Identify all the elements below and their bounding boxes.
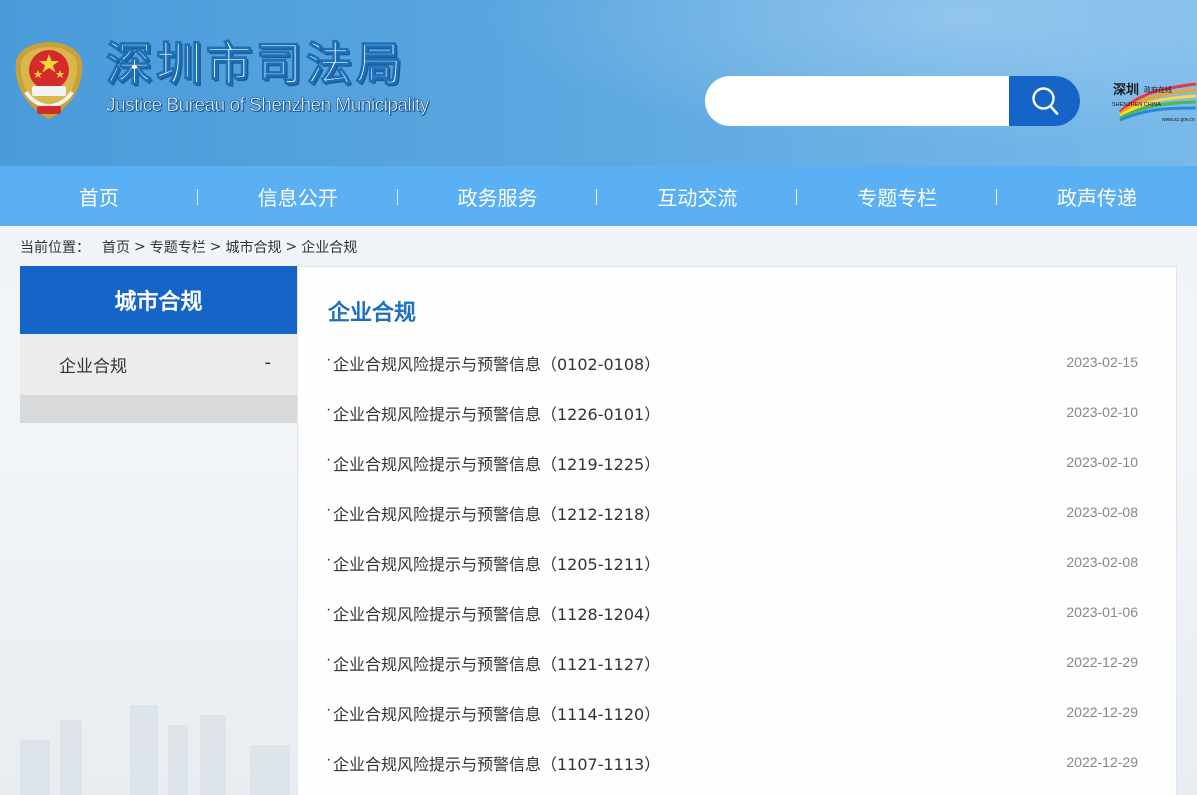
bullet: · (326, 701, 332, 718)
article-date: 2023-02-08 (1066, 504, 1138, 520)
breadcrumb-separator: > (134, 239, 146, 255)
article-title-link[interactable]: 企业合规风险提示与预警信息（1114-1120） (333, 701, 660, 725)
sidebar-heading: 城市合规 (20, 266, 297, 334)
breadcrumb-link-home[interactable]: 首页 (102, 237, 130, 257)
article-title-link[interactable]: 企业合规风险提示与预警信息（1107-1113） (333, 751, 660, 775)
nav-item-label: 信息公开 (257, 185, 338, 210)
article-date: 2023-02-15 (1066, 354, 1138, 370)
police-emblem-icon[interactable] (12, 40, 86, 120)
article-title-link[interactable]: 企业合规风险提示与预警信息（1219-1225） (333, 451, 660, 475)
article-date: 2022-12-29 (1066, 704, 1138, 720)
article-date: 2023-02-08 (1066, 554, 1138, 570)
content-panel: 企业合规 · 企业合规风险提示与预警信息（0102-0108） 2023-02-… (297, 266, 1177, 795)
breadcrumb-separator: > (285, 239, 298, 255)
list-item[interactable]: · 企业合规风险提示与预警信息（1226-0101） 2023-02-10 (326, 397, 1138, 447)
nav-item-label: 首页 (78, 185, 119, 210)
nav-item-gov-voice[interactable]: 政声传递 (997, 166, 1197, 226)
nav-item-interaction[interactable]: 互动交流 (597, 166, 798, 226)
site-title[interactable]: 深圳市司法局 (105, 36, 406, 92)
article-date: 2023-01-06 (1066, 604, 1138, 620)
list-item[interactable]: · 企业合规风险提示与预警信息（0102-0108） 2023-02-15 (326, 347, 1138, 397)
bullet: · (326, 451, 332, 468)
list-item[interactable]: · 企业合规风险提示与预警信息（1121-1127） 2022-12-29 (326, 647, 1138, 697)
article-date: 2022-12-29 (1066, 654, 1138, 670)
page-title: 企业合规 (328, 301, 417, 326)
article-title-link[interactable]: 企业合规风险提示与预警信息（1121-1127） (333, 651, 660, 675)
gov-logo-url: www.sz.gov.cn (1162, 117, 1195, 123)
site-subtitle: Justice Bureau of Shenzhen Municipality (106, 95, 430, 117)
article-title-link[interactable]: 企业合规风险提示与预警信息（1212-1218） (333, 501, 660, 525)
article-title-link[interactable]: 企业合规风险提示与预警信息（0102-0108） (333, 351, 660, 375)
main-nav: 首页 信息公开 政务服务 互动交流 专题专栏 政声传递 (0, 166, 1197, 226)
search-input[interactable] (705, 76, 1009, 126)
article-title-link[interactable]: 企业合规风险提示与预警信息（1205-1211） (333, 551, 660, 575)
gov-logo-text: 政府在线 (1144, 85, 1172, 94)
nav-item-home[interactable]: 首页 (0, 166, 198, 226)
gov-logo-caption: SHENZHEN CHINA (1112, 102, 1161, 108)
article-list: · 企业合规风险提示与预警信息（0102-0108） 2023-02-15 · … (326, 347, 1138, 795)
bullet: · (326, 401, 332, 418)
bullet: · (326, 651, 332, 668)
nav-item-special-topics[interactable]: 专题专栏 (797, 166, 998, 226)
breadcrumb-separator: > (209, 239, 222, 255)
list-item[interactable]: · 企业合规风险提示与预警信息（1205-1211） 2023-02-08 (326, 547, 1138, 597)
article-title-link[interactable]: 企业合规风险提示与预警信息（1226-0101） (333, 401, 660, 425)
bullet: · (326, 351, 332, 368)
list-item[interactable]: · 企业合规风险提示与预警信息（1114-1120） 2022-12-29 (326, 697, 1138, 747)
nav-item-label: 政声传递 (1057, 185, 1138, 210)
list-item[interactable]: · 企业合规风险提示与预警信息（1107-1113） 2022-12-29 (326, 747, 1138, 795)
gov-logo-chars: 深圳 (1113, 82, 1139, 98)
site-header: 深圳市司法局 Justice Bureau of Shenzhen Munici… (0, 0, 1197, 166)
article-date: 2023-02-10 (1066, 454, 1138, 470)
nav-item-label: 专题专栏 (857, 185, 938, 210)
nav-item-label: 互动交流 (657, 185, 738, 210)
shenzhen-gov-online-logo[interactable]: 深圳 政府在线 SHENZHEN CHINA www.sz.gov.cn (1110, 78, 1197, 124)
article-date: 2023-02-10 (1066, 404, 1138, 420)
breadcrumb-link-city-compliance[interactable]: 城市合规 (225, 237, 281, 257)
search-button[interactable] (1009, 76, 1080, 126)
nav-item-info-disclosure[interactable]: 信息公开 (198, 166, 398, 226)
breadcrumb-prefix: 当前位置： (20, 240, 90, 256)
sidebar-item-enterprise-compliance[interactable]: 企业合规 - (20, 334, 297, 395)
bullet: · (326, 551, 332, 568)
breadcrumb-link-special-topics[interactable]: 专题专栏 (150, 237, 206, 257)
list-item[interactable]: · 企业合规风险提示与预警信息（1219-1225） 2023-02-10 (326, 447, 1138, 497)
bullet: · (326, 501, 332, 518)
bullet: · (326, 751, 332, 768)
breadcrumb: 当前位置： 首页 > 专题专栏 > 城市合规 > 企业合规 (20, 237, 357, 257)
nav-item-label: 政务服务 (457, 185, 538, 210)
search-icon (1031, 87, 1058, 115)
sidebar-item-label: 企业合规 (59, 357, 127, 377)
sidebar-footer (20, 395, 297, 423)
list-item[interactable]: · 企业合规风险提示与预警信息（1128-1204） 2023-01-06 (326, 597, 1138, 647)
article-date: 2022-12-29 (1066, 754, 1138, 770)
breadcrumb-link-enterprise-compliance[interactable]: 企业合规 (301, 237, 357, 257)
sidebar: 城市合规 企业合规 - (20, 266, 297, 423)
list-item[interactable]: · 企业合规风险提示与预警信息（1212-1218） 2023-02-08 (326, 497, 1138, 547)
collapse-toggle-icon[interactable]: - (265, 352, 272, 373)
bullet: · (326, 601, 332, 618)
search-box (705, 76, 1080, 126)
article-title-link[interactable]: 企业合规风险提示与预警信息（1128-1204） (333, 601, 660, 625)
nav-item-gov-services[interactable]: 政务服务 (398, 166, 598, 226)
